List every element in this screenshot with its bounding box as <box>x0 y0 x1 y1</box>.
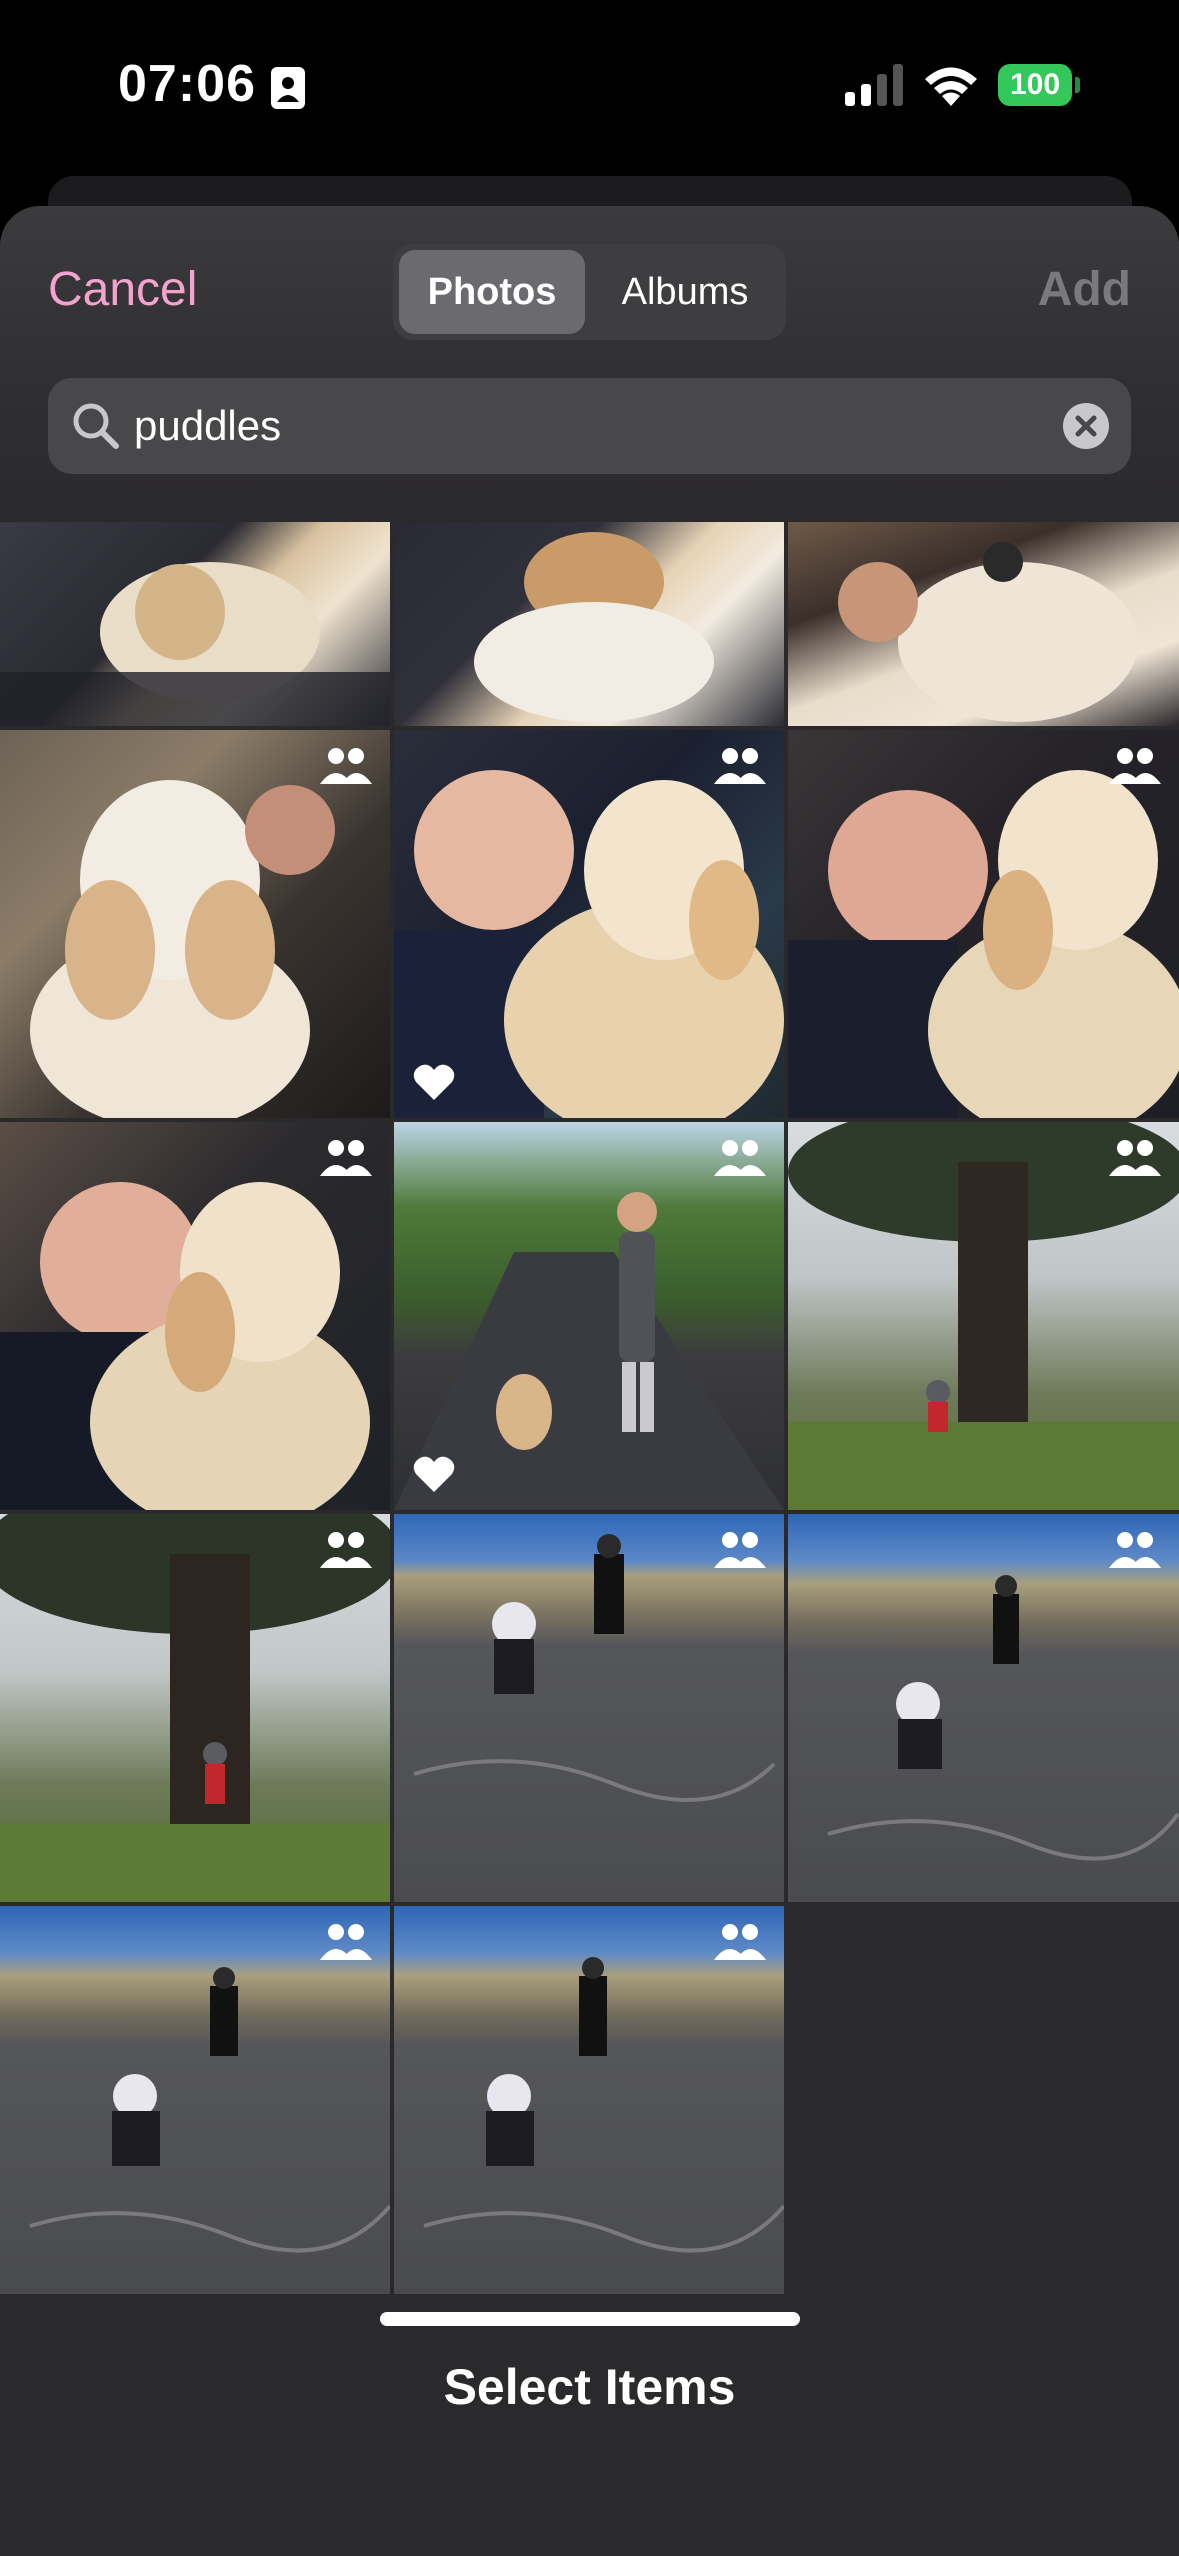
dog-illustration <box>474 532 714 722</box>
beach-illustration <box>29 1967 390 2253</box>
girl-poodle-illustration <box>394 770 784 1118</box>
dog-illustration <box>0 562 390 726</box>
tab-photos[interactable]: Photos <box>399 250 585 334</box>
photo-thumbnail[interactable] <box>394 1906 784 2294</box>
photos-albums-segmented-control: Photos Albums <box>393 244 786 340</box>
beach-illustration <box>827 1575 1179 1861</box>
dog-illustration <box>838 542 1138 722</box>
beach-illustration <box>413 1534 776 1802</box>
picker-footer: Select Items <box>0 2308 1179 2556</box>
status-bar: 07:06 100 <box>0 0 1179 180</box>
tab-albums[interactable]: Albums <box>589 250 781 334</box>
photo-thumbnail[interactable] <box>394 1514 784 1902</box>
select-items-label: Select Items <box>443 2359 736 2415</box>
tree-illustration <box>788 1122 1179 1510</box>
cancel-button[interactable]: Cancel <box>48 262 197 317</box>
people-icon <box>320 1924 372 1960</box>
people-icon <box>320 748 372 784</box>
id-card-icon <box>271 67 305 109</box>
photo-thumbnail[interactable] <box>394 1122 784 1510</box>
clear-search-icon[interactable] <box>1063 403 1109 449</box>
favorite-heart-icon <box>413 1456 455 1492</box>
favorite-heart-icon <box>413 1064 455 1100</box>
walk-road-illustration <box>394 1192 784 1510</box>
battery-indicator: 100 <box>998 64 1080 106</box>
people-icon <box>320 1140 372 1176</box>
home-indicator[interactable] <box>380 2312 800 2326</box>
search-input[interactable]: puddles <box>134 402 281 450</box>
tree-illustration <box>0 1514 390 1902</box>
people-icon <box>1109 1140 1161 1176</box>
photo-thumbnail[interactable] <box>788 522 1179 726</box>
cellular-signal-icon <box>845 64 903 106</box>
photo-thumbnail[interactable] <box>788 730 1179 1118</box>
beach-illustration <box>423 1957 784 2253</box>
people-icon <box>1109 1532 1161 1568</box>
search-field[interactable]: puddles <box>48 378 1131 474</box>
battery-cap <box>1075 77 1080 93</box>
photo-thumbnail[interactable] <box>788 1514 1179 1902</box>
people-icon <box>320 1532 372 1568</box>
girl-poodle-illustration <box>0 1182 370 1510</box>
search-icon <box>73 403 119 449</box>
wifi-icon <box>925 67 977 106</box>
poodle-illustration <box>30 780 335 1118</box>
people-icon <box>714 1140 766 1176</box>
people-icon <box>714 748 766 784</box>
photo-picker-sheet: Cancel Photos Albums Add puddles Select … <box>0 206 1179 2556</box>
photo-thumbnail[interactable] <box>0 522 390 726</box>
picker-header: Cancel Photos Albums Add puddles <box>0 206 1179 522</box>
photo-thumbnail[interactable] <box>394 730 784 1118</box>
girl-poodle-illustration <box>788 770 1179 1118</box>
photo-thumbnail[interactable] <box>0 730 390 1118</box>
people-icon <box>714 1924 766 1960</box>
status-time: 07:06 <box>118 55 256 113</box>
photo-thumbnail[interactable] <box>0 1514 390 1902</box>
photo-thumbnail[interactable] <box>394 522 784 726</box>
photo-thumbnail[interactable] <box>788 1122 1179 1510</box>
battery-level: 100 <box>998 64 1072 106</box>
photo-thumbnail[interactable] <box>0 1906 390 2294</box>
people-icon <box>1109 748 1161 784</box>
photo-thumbnail[interactable] <box>0 1122 390 1510</box>
people-icon <box>714 1532 766 1568</box>
add-button[interactable]: Add <box>1038 262 1131 317</box>
